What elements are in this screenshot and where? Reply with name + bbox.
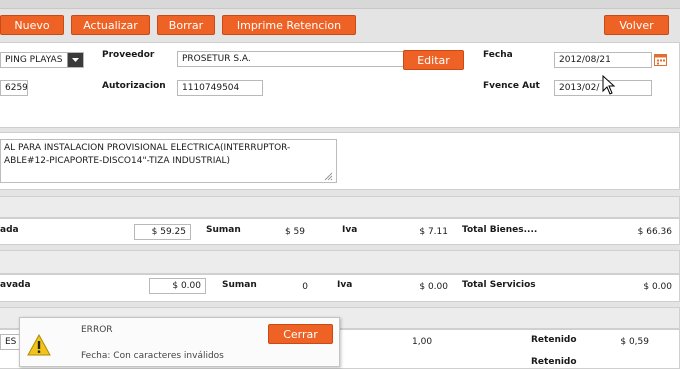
calendar-icon[interactable] bbox=[654, 53, 667, 66]
bienes-section-header bbox=[0, 196, 680, 218]
bienes-total-value: $ 66.36 bbox=[637, 227, 672, 237]
top-strip bbox=[0, 0, 680, 9]
volver-button[interactable]: Volver bbox=[604, 15, 669, 35]
mouse-cursor-icon bbox=[602, 74, 616, 95]
retencion-amount: 1,00 bbox=[412, 337, 433, 347]
autorizacion-field[interactable]: 1110749504 bbox=[177, 80, 263, 96]
warning-icon bbox=[27, 333, 51, 356]
editar-button[interactable]: Editar bbox=[403, 50, 464, 70]
error-title: ERROR bbox=[81, 325, 113, 335]
bienes-gravada-field[interactable]: $ 59.25 bbox=[134, 224, 191, 240]
cerrar-button[interactable]: Cerrar bbox=[268, 324, 333, 344]
servicios-section-header bbox=[0, 250, 680, 274]
fecha-label: Fecha bbox=[483, 50, 513, 60]
servicios-suman-label: Suman bbox=[222, 280, 257, 290]
fecha-field[interactable]: 2012/08/21 bbox=[554, 52, 652, 68]
servicios-gravada-field[interactable]: $ 0.00 bbox=[149, 278, 206, 294]
retenido-label-2: Retenido bbox=[531, 357, 577, 367]
bienes-gravada-label: ada bbox=[0, 225, 19, 235]
bienes-panel bbox=[0, 218, 680, 245]
retenido-label: Retenido bbox=[531, 335, 577, 345]
imprime-retencion-button[interactable]: Imprime Retencion bbox=[222, 15, 356, 35]
fvence-label: Fvence Aut bbox=[483, 81, 540, 91]
bienes-iva-label: Iva bbox=[342, 225, 358, 235]
proveedor-label: Proveedor bbox=[102, 50, 155, 60]
borrar-button[interactable]: Borrar bbox=[157, 15, 215, 35]
proveedor-field[interactable]: PROSETUR S.A. bbox=[177, 51, 404, 67]
servicios-total-label: Total Servicios bbox=[462, 280, 536, 290]
description-textarea[interactable]: AL PARA INSTALACION PROVISIONAL ELECTRIC… bbox=[0, 139, 337, 183]
description-line-1: AL PARA INSTALACION PROVISIONAL ELECTRIC… bbox=[4, 143, 291, 153]
bienes-suman-value: $ 59 bbox=[284, 227, 305, 237]
servicios-iva-label: Iva bbox=[337, 280, 353, 290]
retenido-value: $ 0,59 bbox=[620, 337, 649, 347]
actualizar-button[interactable]: Actualizar bbox=[71, 15, 150, 35]
entity-select-value: PING PLAYAS bbox=[5, 55, 63, 65]
bienes-suman-label: Suman bbox=[206, 225, 241, 235]
servicios-total-value: $ 0.00 bbox=[643, 282, 672, 292]
servicios-gravada-label: avada bbox=[0, 280, 31, 290]
chevron-down-icon[interactable] bbox=[67, 53, 83, 67]
bienes-total-label: Total Bienes.... bbox=[462, 225, 538, 235]
description-line-2: ABLE#12-PICAPORTE-DISCO14"-TIZA INDUSTRI… bbox=[4, 156, 231, 166]
resize-grip-icon[interactable] bbox=[324, 172, 333, 181]
bienes-iva-value: $ 7.11 bbox=[419, 227, 448, 237]
nuevo-button[interactable]: Nuevo bbox=[0, 15, 64, 35]
autorizacion-label: Autorizacion bbox=[102, 81, 166, 91]
servicios-iva-value: $ 0.00 bbox=[419, 282, 448, 292]
servicios-suman-value: 0 bbox=[302, 282, 308, 292]
error-message: Fecha: Con caracteres inválidos bbox=[81, 351, 224, 361]
code-field[interactable]: 6259 bbox=[0, 80, 28, 96]
